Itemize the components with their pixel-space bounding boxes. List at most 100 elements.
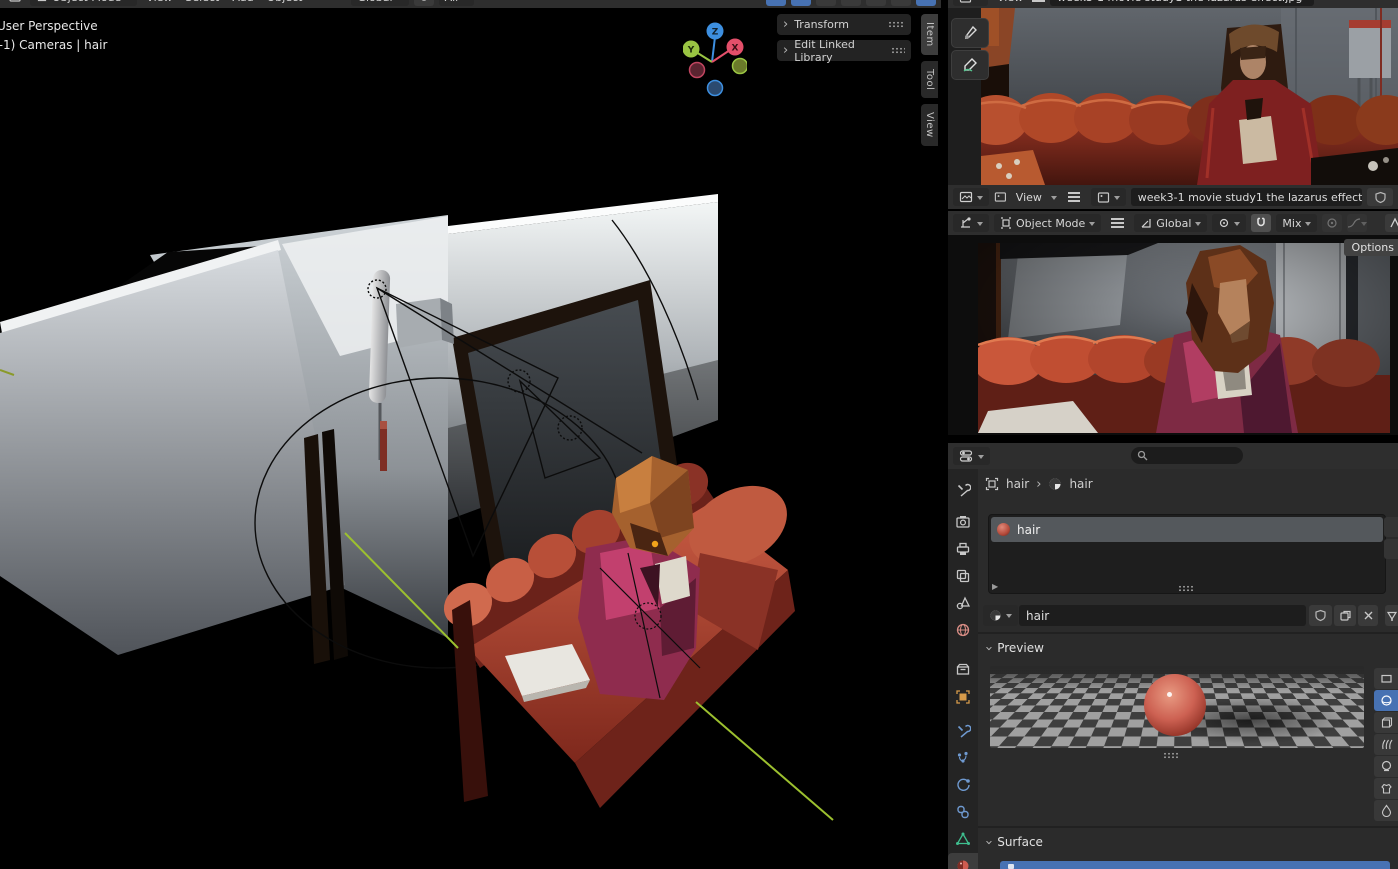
tab-modifiers-icon[interactable] bbox=[948, 718, 978, 743]
preview-type-cube-button[interactable] bbox=[1374, 712, 1398, 733]
sidebar-tab-tool[interactable]: Tool bbox=[921, 61, 938, 98]
sidebar-tabs: Item Tool View bbox=[921, 14, 938, 146]
clipped-header-icon[interactable] bbox=[1385, 214, 1398, 232]
use-nodes-button[interactable] bbox=[1000, 861, 1390, 869]
viewport2-canvas[interactable]: Options › bbox=[948, 235, 1398, 435]
mode-dropdown[interactable]: Object Mode bbox=[30, 0, 137, 6]
image-editor-canvas[interactable] bbox=[948, 8, 1398, 185]
menu-select[interactable]: Select bbox=[181, 0, 223, 4]
fake-user-shield-icon[interactable] bbox=[1309, 605, 1332, 626]
tab-object-data-icon[interactable] bbox=[948, 826, 978, 851]
tab-object-icon[interactable] bbox=[948, 684, 978, 709]
gizmo-minus-x-axis[interactable] bbox=[690, 63, 705, 78]
shading-rendered-toggle[interactable] bbox=[916, 0, 936, 6]
gizmo-minus-y-axis[interactable] bbox=[733, 59, 748, 74]
tab-material-icon[interactable] bbox=[948, 853, 978, 869]
proportional-falloff-dropdown[interactable] bbox=[1347, 214, 1367, 232]
hamburger-icon[interactable] bbox=[1111, 222, 1124, 224]
navigation-gizmo[interactable]: Z Y X bbox=[683, 15, 747, 97]
preview-type-fluid-button[interactable] bbox=[1374, 800, 1398, 821]
pin-id-icon[interactable] bbox=[1385, 605, 1398, 626]
browse-material-button[interactable] bbox=[983, 605, 1018, 626]
image-name-field[interactable]: week3-1 movie study1 the lazarus effect.… bbox=[1050, 0, 1314, 6]
add-slot-button[interactable] bbox=[1384, 517, 1398, 537]
preview-type-shaderball-button[interactable] bbox=[1374, 756, 1398, 777]
overflow-chevron-icon[interactable] bbox=[755, 0, 761, 3]
panel-drag-handle[interactable] bbox=[891, 47, 905, 54]
tab-world-icon[interactable] bbox=[948, 617, 978, 642]
editor-type-button[interactable] bbox=[953, 447, 990, 465]
gizmo-minus-z-axis[interactable] bbox=[708, 81, 723, 96]
material-slot-row[interactable]: hair bbox=[991, 517, 1383, 542]
image-view-menu[interactable]: View bbox=[1012, 191, 1046, 204]
xray-toggle[interactable] bbox=[816, 0, 836, 6]
show-gizmo-toggle[interactable] bbox=[766, 0, 786, 6]
viewport-3d-main[interactable]: Object Mode View Select Add Object Globa… bbox=[0, 0, 941, 869]
preview-panel-header[interactable]: › Preview bbox=[986, 641, 1044, 655]
sidebar-tab-view[interactable]: View bbox=[921, 104, 938, 146]
shading-solid-toggle[interactable] bbox=[866, 0, 886, 6]
options-button[interactable]: Options bbox=[1344, 239, 1398, 256]
editor-type-button[interactable] bbox=[953, 214, 989, 232]
editor-type-button[interactable] bbox=[953, 0, 988, 6]
preview-type-sphere-button[interactable] bbox=[1374, 690, 1398, 711]
mode-dropdown[interactable]: Object Mode bbox=[994, 214, 1101, 232]
snap-magnet-icon[interactable] bbox=[414, 0, 434, 6]
editor-type-button[interactable] bbox=[953, 188, 989, 206]
pivot-point-dropdown[interactable] bbox=[1212, 214, 1246, 232]
panel-transform[interactable]: › Transform bbox=[777, 14, 911, 35]
blender-menu-icon[interactable] bbox=[5, 0, 25, 6]
sidebar-expand-arrow[interactable]: › bbox=[948, 279, 949, 297]
tab-constraints-icon[interactable] bbox=[948, 799, 978, 824]
sidebar-tab-item[interactable]: Item bbox=[921, 14, 938, 55]
image-editor-header-clipped: View week3-1 movie study1 the lazarus ef… bbox=[948, 0, 1398, 8]
tab-physics-icon[interactable] bbox=[948, 772, 978, 797]
panel-drag-handle[interactable] bbox=[888, 21, 905, 28]
slot-list-drag-handle[interactable] bbox=[1178, 585, 1195, 592]
orientation-dropdown[interactable]: Global bbox=[351, 0, 408, 6]
orientation-dropdown[interactable]: Global bbox=[1134, 214, 1207, 232]
image-view-menu[interactable]: View bbox=[993, 0, 1027, 4]
hamburger-icon[interactable] bbox=[1068, 196, 1080, 198]
properties-editor: hair › hair hair ▶ bbox=[948, 443, 1398, 869]
snap-magnet-icon[interactable] bbox=[1251, 214, 1271, 232]
material-slot-list[interactable]: hair bbox=[988, 514, 1386, 594]
tab-scene-icon[interactable] bbox=[948, 590, 978, 615]
snap-target-dropdown[interactable]: All bbox=[439, 0, 475, 6]
copy-material-icon[interactable] bbox=[1334, 605, 1356, 626]
preview-type-cloth-button[interactable] bbox=[1374, 778, 1398, 799]
show-overlays-toggle[interactable] bbox=[791, 0, 811, 6]
properties-search[interactable] bbox=[1131, 447, 1243, 464]
annotate-tool-button[interactable] bbox=[951, 50, 989, 80]
search-input[interactable] bbox=[1152, 447, 1232, 465]
menu-object[interactable]: Object bbox=[263, 0, 307, 4]
slot-specials-arrow[interactable]: ▶ bbox=[992, 582, 998, 591]
browse-image-button[interactable] bbox=[1091, 188, 1126, 206]
tab-view-layer-icon[interactable] bbox=[948, 563, 978, 588]
shading-material-toggle[interactable] bbox=[891, 0, 911, 6]
breadcrumb-material[interactable]: hair bbox=[1069, 477, 1092, 491]
tab-particles-icon[interactable] bbox=[948, 745, 978, 770]
breadcrumb-object[interactable]: hair bbox=[1006, 477, 1029, 491]
panel-edit-linked-library[interactable]: › Edit Linked Library bbox=[777, 40, 911, 61]
remove-slot-button[interactable] bbox=[1384, 539, 1398, 559]
surface-panel-header[interactable]: › Surface bbox=[986, 835, 1043, 849]
preview-type-flat-button[interactable] bbox=[1374, 668, 1398, 689]
fake-user-shield-icon[interactable] bbox=[1367, 188, 1393, 206]
orientation-icon bbox=[1140, 217, 1152, 229]
proportional-editing-toggle[interactable] bbox=[1322, 214, 1342, 232]
preview-type-hair-button[interactable] bbox=[1374, 734, 1398, 755]
tab-collection-icon[interactable] bbox=[948, 656, 978, 681]
tab-tool-icon[interactable] bbox=[948, 477, 978, 502]
tab-output-icon[interactable] bbox=[948, 536, 978, 561]
snap-with-dropdown[interactable]: Mix bbox=[1276, 214, 1317, 232]
sample-tool-button[interactable] bbox=[951, 18, 989, 48]
tab-render-icon[interactable] bbox=[948, 509, 978, 534]
material-name-field[interactable] bbox=[1019, 605, 1306, 626]
menu-add[interactable]: Add bbox=[228, 0, 257, 4]
shading-wireframe-toggle[interactable] bbox=[841, 0, 861, 6]
unlink-x-icon[interactable] bbox=[1358, 605, 1378, 626]
image-name-field[interactable]: week3-1 movie study1 the lazarus effect.… bbox=[1131, 188, 1362, 206]
menu-view[interactable]: View bbox=[142, 0, 176, 4]
preview-resize-handle[interactable] bbox=[1163, 752, 1180, 759]
